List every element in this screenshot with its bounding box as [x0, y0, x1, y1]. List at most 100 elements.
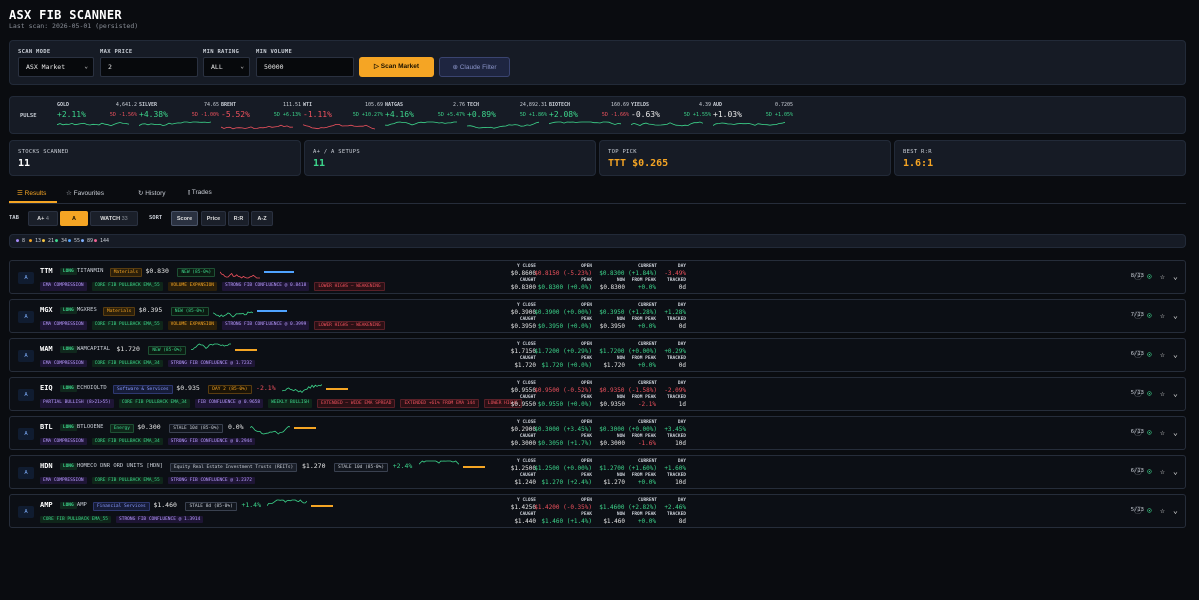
- ticker-symbol[interactable]: TTM: [40, 267, 53, 275]
- chevron-down-icon[interactable]: ⌄: [1173, 468, 1178, 476]
- signal-tag: EMA COMPRESSION: [40, 360, 87, 367]
- ticker-symbol[interactable]: MGX: [40, 306, 53, 314]
- check-circle-icon[interactable]: ⊙: [1147, 273, 1152, 281]
- signal-tag: STRONG FIB CONFLUENCE @ 1.7232: [167, 360, 255, 367]
- signal-age-badge: DAY 2 (85-0%): [208, 385, 252, 394]
- star-icon[interactable]: ☆: [1160, 429, 1165, 437]
- tracked-days-value: 8d: [678, 517, 686, 525]
- star-icon[interactable]: ☆: [1160, 273, 1165, 281]
- pulse-ticker-change: -5.52%: [221, 110, 250, 119]
- check-circle-icon[interactable]: ⊙: [1147, 429, 1152, 437]
- chevron-down-icon[interactable]: ⌄: [1173, 312, 1178, 320]
- info-icon[interactable]: ⓘ: [1134, 273, 1142, 281]
- info-icon[interactable]: ⓘ: [1134, 429, 1142, 437]
- chevron-down-icon[interactable]: ⌄: [1173, 273, 1178, 281]
- min-rating-select[interactable]: ALL ⌄: [203, 57, 250, 77]
- result-row[interactable]: A BTL LONG BTLOOENE Energy $0.300 STALE 10d (8…: [9, 416, 1186, 450]
- day-change-value: +3.45%: [664, 425, 686, 433]
- day-change-value: +0.29%: [664, 347, 686, 355]
- pulse-ticker-name: AUD: [713, 102, 723, 108]
- tracked-days-value: 0d: [678, 322, 686, 330]
- info-icon[interactable]: ⓘ: [1134, 351, 1142, 359]
- pulse-ticker-value: 2.76: [452, 102, 465, 108]
- sort-score-button[interactable]: Score: [171, 211, 198, 226]
- pulse-ticker-name: GOLD: [57, 102, 70, 108]
- filter-watch-button[interactable]: WATCH 33: [90, 211, 138, 226]
- star-icon[interactable]: ☆: [1160, 468, 1165, 476]
- ticker-symbol[interactable]: AMP: [40, 501, 53, 509]
- tab-results-label: Results: [24, 190, 47, 197]
- sort-rr-button[interactable]: R:R: [228, 211, 249, 226]
- check-circle-icon[interactable]: ⊙: [1147, 390, 1152, 398]
- star-icon[interactable]: ☆: [1160, 390, 1165, 398]
- scan-controls-panel: SCAN MODE ASX Market ⌄ MAX PRICE 2 MIN R…: [9, 40, 1186, 85]
- star-icon[interactable]: ☆: [1160, 312, 1165, 320]
- sort-price-button[interactable]: Price: [201, 211, 226, 226]
- claude-filter-button[interactable]: ⊕ Claude Filter: [439, 57, 510, 77]
- pulse-ticker-value: 160.69: [610, 102, 629, 108]
- check-circle-icon[interactable]: ⊙: [1147, 351, 1152, 359]
- result-row[interactable]: A WAM LONG WAMCAPITAL $1.720 NEW (85-0%) EMA C…: [9, 338, 1186, 372]
- company-name: BTLOOENE: [76, 424, 104, 430]
- check-circle-icon[interactable]: ⊙: [1147, 312, 1152, 320]
- scan-mode-label: SCAN MODE: [18, 49, 51, 55]
- info-icon[interactable]: ⓘ: [1134, 312, 1142, 320]
- pulse-ticker-name: BRENT: [221, 102, 237, 108]
- company-name: HOMECO DNR ORD UNITS [HDN]: [76, 463, 163, 469]
- signal-age-badge: STALE 8d (85-0%): [185, 502, 237, 511]
- result-row[interactable]: A HDN LONG HOMECO DNR ORD UNITS [HDN] Equity…: [9, 455, 1186, 489]
- info-icon[interactable]: ⓘ: [1134, 468, 1142, 476]
- tracked-days-value: 10d: [675, 439, 686, 447]
- signal-tag: STRONG FIB CONFLUENCE @ 1.2372: [167, 477, 255, 484]
- top-pick-value: TTT $0.265: [608, 158, 669, 169]
- ticker-symbol[interactable]: BTL: [40, 423, 53, 431]
- check-circle-icon[interactable]: ⊙: [1147, 507, 1152, 515]
- tab-results[interactable]: ☰ Results: [17, 189, 46, 197]
- info-icon[interactable]: ⓘ: [1134, 390, 1142, 398]
- chevron-down-icon[interactable]: ⌄: [1173, 390, 1178, 398]
- sort-az-button[interactable]: A-Z: [251, 211, 273, 226]
- open-price-value: $0.3000 (+3.45%): [534, 425, 592, 433]
- grade-badge: A: [18, 428, 34, 440]
- tab-trades[interactable]: ⫾ Trades: [188, 189, 212, 197]
- chevron-down-icon[interactable]: ⌄: [1173, 429, 1178, 437]
- top-pick-label: TOP PICK: [608, 149, 637, 155]
- star-icon[interactable]: ☆: [1160, 507, 1165, 515]
- tracked-days: TRACKED 0d: [616, 317, 686, 331]
- ticker-symbol[interactable]: WAM: [40, 345, 53, 353]
- pulse-ticker-value: 0.7205: [774, 102, 793, 108]
- day-change-value: +2.46%: [664, 503, 686, 511]
- signal-tag: EMA COMPRESSION: [40, 282, 87, 291]
- scan-market-button[interactable]: ▷ Scan Market: [359, 57, 434, 77]
- day-change: DAY +2.46%: [616, 498, 686, 512]
- result-row[interactable]: A EIQ LONG ECHOIQLTD Software & Services $0.9…: [9, 377, 1186, 411]
- ticker-symbol[interactable]: HDN: [40, 462, 53, 470]
- info-icon[interactable]: ⓘ: [1134, 507, 1142, 515]
- long-badge: LONG: [59, 307, 77, 314]
- result-row[interactable]: A TTM LONG TITANMIN Materials $0.830 NEW (85-0…: [9, 260, 1186, 294]
- tab-history[interactable]: ↻ History: [138, 189, 166, 197]
- grade-badge: A: [18, 272, 34, 284]
- filter-a-button[interactable]: A: [60, 211, 88, 226]
- signal-tags: EMA COMPRESSION CORE FIB PULLBACK EMA_55 V…: [40, 282, 385, 291]
- price-sparkline: [418, 460, 460, 474]
- scan-mode-select[interactable]: ASX Market ⌄: [18, 57, 94, 77]
- result-row[interactable]: A AMP LONG AMP Financial Services $1.460 STALE…: [9, 494, 1186, 528]
- sector-badge: Financial Services: [92, 502, 150, 511]
- signal-tag: CORE FIB PULLBACK EMA_34: [118, 399, 190, 408]
- check-circle-icon[interactable]: ⊙: [1147, 468, 1152, 476]
- result-row[interactable]: A MGX LONG MGXRES Materials $0.395 NEW (85-0%)…: [9, 299, 1186, 333]
- star-icon[interactable]: ☆: [1160, 351, 1165, 359]
- max-price-input[interactable]: 2: [100, 57, 198, 77]
- chevron-down-icon[interactable]: ⌄: [1173, 507, 1178, 515]
- min-volume-input[interactable]: 50000: [256, 57, 354, 77]
- tracked-days: TRACKED 8d: [616, 512, 686, 526]
- signal-tag: CORE FIB PULLBACK EMA_34: [91, 438, 163, 445]
- chevron-down-icon[interactable]: ⌄: [1173, 351, 1178, 359]
- pulse-ticker-5d: 5D +1.55%: [683, 112, 711, 118]
- ticker-symbol[interactable]: EIQ: [40, 384, 53, 392]
- company-name: WAMCAPITAL: [76, 346, 111, 352]
- tab-favourites[interactable]: ☆ Favourites: [66, 189, 104, 197]
- filter-aplus-button[interactable]: A+ 4: [28, 211, 58, 226]
- day-change-value: -2.09%: [664, 386, 686, 394]
